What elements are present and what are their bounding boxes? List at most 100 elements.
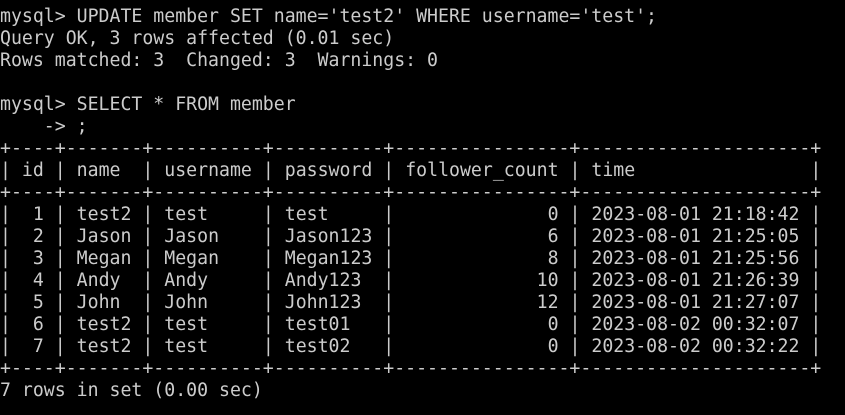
table-cell: 6 xyxy=(21,314,44,335)
table-cell: 2023-08-02 00:32:22 xyxy=(591,336,800,357)
table-cell: Jason xyxy=(76,226,132,247)
column-header: follower_count xyxy=(405,160,559,181)
column-separator: | xyxy=(43,248,77,269)
column-separator: | xyxy=(251,292,285,313)
column-separator: | xyxy=(0,204,22,225)
table-cell: Andy xyxy=(76,270,132,291)
table-cell: Megan xyxy=(164,248,252,269)
table-cell: 1 xyxy=(21,204,44,225)
column-separator: | xyxy=(43,270,77,291)
table-row: | 3 | Megan | Megan | Megan123 | 8 | 202… xyxy=(0,248,845,270)
column-separator: | xyxy=(251,248,285,269)
column-separator: | xyxy=(799,226,822,247)
continuation-prompt: -> xyxy=(0,116,66,137)
table-cell: 2023-08-01 21:18:42 xyxy=(591,204,800,225)
column-separator: | xyxy=(372,226,406,247)
table-cell: Megan123 xyxy=(284,248,373,269)
table-row: | 2 | Jason | Jason | Jason123 | 6 | 202… xyxy=(0,226,845,248)
select-command-line: mysql> SELECT * FROM member xyxy=(0,94,845,116)
terminal-window[interactable]: mysql> UPDATE member SET name='test2' WH… xyxy=(0,0,845,415)
column-separator: | xyxy=(131,270,165,291)
column-separator: | xyxy=(43,204,77,225)
column-separator: | xyxy=(131,160,165,181)
column-separator: | xyxy=(131,336,165,357)
table-cell: test xyxy=(164,336,252,357)
column-header: time xyxy=(591,160,800,181)
column-separator: | xyxy=(251,270,285,291)
column-separator: | xyxy=(372,314,406,335)
table-cell: test2 xyxy=(76,204,132,225)
column-separator: | xyxy=(558,270,592,291)
column-separator: | xyxy=(43,160,77,181)
column-separator: | xyxy=(0,160,22,181)
table-cell: 2023-08-01 21:25:56 xyxy=(591,248,800,269)
column-separator: | xyxy=(0,226,22,247)
table-cell: John xyxy=(164,292,252,313)
table-border-mid: +----+-------+----------+----------+----… xyxy=(0,182,822,203)
table-cell: test xyxy=(284,204,373,225)
table-cell: 2 xyxy=(21,226,44,247)
continuation-line: -> ; xyxy=(0,116,845,138)
table-cell: 8 xyxy=(405,248,559,269)
table-cell: Andy xyxy=(164,270,252,291)
column-separator: | xyxy=(0,336,22,357)
update-command: UPDATE member SET name='test2' WHERE use… xyxy=(76,6,657,27)
column-separator: | xyxy=(799,336,822,357)
table-cell: test xyxy=(164,314,252,335)
column-separator: | xyxy=(131,248,165,269)
update-stats: Rows matched: 3 Changed: 3 Warnings: 0 xyxy=(0,50,438,71)
prompt: mysql> xyxy=(0,6,66,27)
column-separator: | xyxy=(799,248,822,269)
table-cell: 6 xyxy=(405,226,559,247)
table-row: | 1 | test2 | test | test | 0 | 2023-08-… xyxy=(0,204,845,226)
table-row: | 7 | test2 | test | test02 | 0 | 2023-0… xyxy=(0,336,845,358)
column-separator: | xyxy=(372,336,406,357)
column-separator: | xyxy=(0,270,22,291)
column-separator: | xyxy=(0,248,22,269)
column-header: username xyxy=(164,160,252,181)
column-header: password xyxy=(284,160,373,181)
column-separator: | xyxy=(251,204,285,225)
column-separator: | xyxy=(558,204,592,225)
column-separator: | xyxy=(251,314,285,335)
table-cell: 0 xyxy=(405,336,559,357)
column-separator: | xyxy=(558,336,592,357)
table-cell: test01 xyxy=(284,314,373,335)
column-separator: | xyxy=(558,160,592,181)
column-separator: | xyxy=(43,292,77,313)
table-border-bottom: +----+-------+----------+----------+----… xyxy=(0,358,822,379)
table-cell: test2 xyxy=(76,336,132,357)
column-separator: | xyxy=(251,160,285,181)
column-header: id xyxy=(21,160,44,181)
table-header-row: | id | name | username | password | foll… xyxy=(0,160,845,182)
table-cell: 4 xyxy=(21,270,44,291)
table-cell: test02 xyxy=(284,336,373,357)
table-cell: Jason xyxy=(164,226,252,247)
select-command: SELECT * FROM member xyxy=(76,94,296,115)
column-separator: | xyxy=(558,248,592,269)
column-separator: | xyxy=(799,160,822,181)
table-cell: test xyxy=(164,204,252,225)
column-separator: | xyxy=(799,292,822,313)
table-cell: 5 xyxy=(21,292,44,313)
continuation-text: ; xyxy=(76,116,88,137)
table-row: | 6 | test2 | test | test01 | 0 | 2023-0… xyxy=(0,314,845,336)
column-separator: | xyxy=(372,248,406,269)
column-separator: | xyxy=(558,292,592,313)
column-separator: | xyxy=(43,314,77,335)
prompt: mysql> xyxy=(0,94,66,115)
column-separator: | xyxy=(372,292,406,313)
column-separator: | xyxy=(131,226,165,247)
column-separator: | xyxy=(43,336,77,357)
table-cell: test2 xyxy=(76,314,132,335)
column-separator: | xyxy=(131,292,165,313)
column-separator: | xyxy=(372,160,406,181)
column-separator: | xyxy=(131,314,165,335)
column-separator: | xyxy=(372,204,406,225)
column-separator: | xyxy=(799,204,822,225)
table-row: | 5 | John | John | John123 | 12 | 2023-… xyxy=(0,292,845,314)
table-cell: John123 xyxy=(284,292,373,313)
table-cell: 2023-08-01 21:25:05 xyxy=(591,226,800,247)
column-separator: | xyxy=(558,314,592,335)
